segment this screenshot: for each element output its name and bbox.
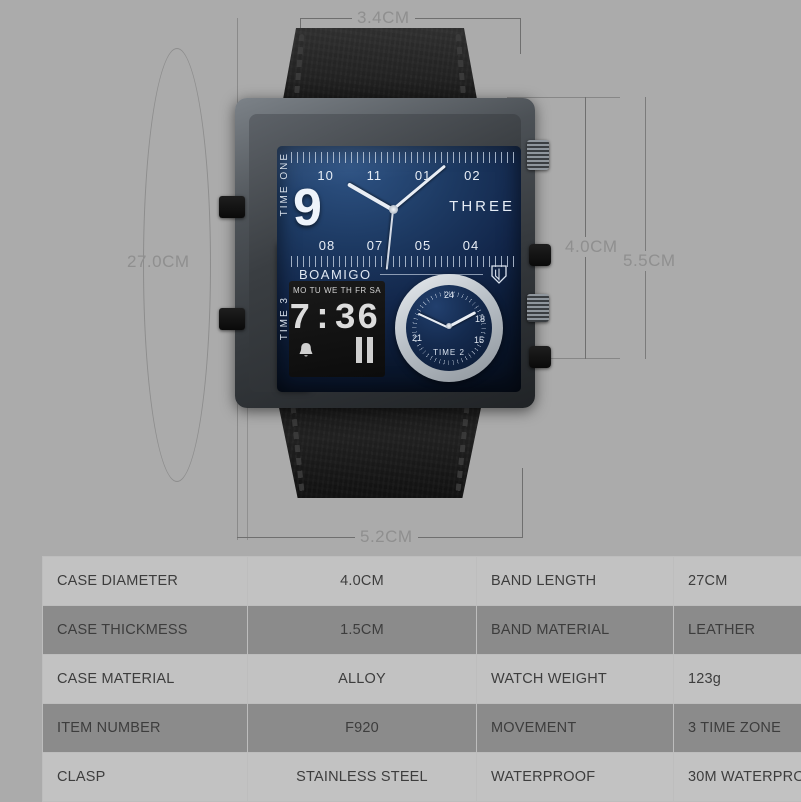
- table-row: CASE MATERIALALLOYWATCH WEIGHT123g: [43, 655, 801, 704]
- spec-key-cell: WATCH WEIGHT: [477, 655, 674, 704]
- spec-value-cell: 3 TIME ZONE: [674, 704, 801, 753]
- dimension-line-right-outer: [645, 97, 646, 359]
- spec-key-cell: WATERPROOF: [477, 753, 674, 802]
- dimension-label-right-outer: 5.5CM: [618, 251, 681, 271]
- sub-dial-numeral: 21: [412, 333, 422, 343]
- spec-key-cell: CLASP: [43, 753, 248, 802]
- dial-numeral: 07: [367, 238, 383, 253]
- dial-hour-marker-nine: 9: [293, 178, 322, 238]
- pusher-upper-left[interactable]: [219, 196, 245, 218]
- spec-value-cell: 123g: [674, 655, 801, 704]
- sub-dial-numeral: 24: [444, 290, 454, 300]
- spec-key-cell: CASE DIAMETER: [43, 557, 248, 606]
- watch-product-image: 10 11 01 02 9 THREE 08 07 05: [195, 28, 595, 498]
- watch-band-bottom: [277, 398, 483, 498]
- spec-value-cell: 4.0CM: [248, 557, 477, 606]
- pusher-lower-left[interactable]: [219, 308, 245, 330]
- dial-numeral: 02: [464, 168, 480, 183]
- dial-brand-row: BOAMIGO: [299, 266, 507, 282]
- time-one-label: TIME ONE: [279, 152, 290, 216]
- specification-table: CASE DIAMETER4.0CMBAND LENGTH27CMCASE TH…: [42, 556, 801, 802]
- spec-value-cell: STAINLESS STEEL: [248, 753, 477, 802]
- dimension-label-left: 27.0CM: [122, 252, 195, 272]
- lcd-weekday: MO: [293, 286, 307, 295]
- sub-dial: 24 18 15 21 TIME 2: [395, 274, 503, 382]
- table-row: ITEM NUMBERF920MOVEMENT3 TIME ZONE: [43, 704, 801, 753]
- sub-dial-numeral: 15: [474, 335, 484, 345]
- dial-numeral: 05: [415, 238, 431, 253]
- lcd-weekday-row: MO TU WE TH FR SA: [293, 286, 381, 295]
- lcd-bar-segments: [356, 337, 373, 363]
- spec-key-cell: MOVEMENT: [477, 704, 674, 753]
- crown-top-right[interactable]: [527, 140, 549, 170]
- watch-case: 10 11 01 02 9 THREE 08 07 05: [235, 98, 535, 408]
- spec-value-cell: LEATHER: [674, 606, 801, 655]
- dial-ticks-top: [291, 152, 515, 163]
- dimension-label-top: 3.4CM: [352, 8, 415, 28]
- infographic-canvas: 3.4CM 27.0CM 4.0CM 5.5CM 5.2CM: [0, 0, 801, 801]
- watch-dial: 10 11 01 02 9 THREE 08 07 05: [277, 146, 521, 392]
- dial-numeral: 04: [463, 238, 479, 253]
- pusher-upper-right[interactable]: [529, 244, 551, 266]
- brand-divider: [380, 274, 483, 275]
- table-row: CASE DIAMETER4.0CMBAND LENGTH27CM: [43, 557, 801, 606]
- spec-value-cell: F920: [248, 704, 477, 753]
- spec-value-cell: 1.5CM: [248, 606, 477, 655]
- dial-numeral: 08: [319, 238, 335, 253]
- lcd-weekday: FR: [355, 286, 366, 295]
- lcd-weekday: TU: [310, 286, 321, 295]
- lcd-weekday: WE: [324, 286, 338, 295]
- spec-key-cell: BAND MATERIAL: [477, 606, 674, 655]
- spec-value-cell: ALLOY: [248, 655, 477, 704]
- spec-key-cell: BAND LENGTH: [477, 557, 674, 606]
- sub-dial-numeral: 18: [475, 314, 485, 324]
- dial-numeral: 11: [367, 168, 383, 183]
- dial-three-label: THREE: [449, 198, 515, 215]
- lcd-time-value: 7:36: [289, 298, 379, 339]
- spec-value-cell: 27CM: [674, 557, 801, 606]
- pusher-lower-right[interactable]: [529, 346, 551, 368]
- lcd-weekday: SA: [369, 286, 380, 295]
- table-row: CASE THICKMESS1.5CMBAND MATERIALLEATHER: [43, 606, 801, 655]
- digital-lcd-display: MO TU WE TH FR SA 7:36: [289, 281, 385, 377]
- dial-numerals-bottom: 08 07 05 04: [277, 238, 521, 253]
- shield-logo-icon: [491, 265, 507, 284]
- crown-bottom-right[interactable]: [527, 294, 549, 322]
- spec-value-cell: 30M WATERPROOF: [674, 753, 801, 802]
- table-row: CLASPSTAINLESS STEELWATERPROOF30M WATERP…: [43, 753, 801, 802]
- sub-dial-face: 24 18 15 21 TIME 2: [406, 285, 492, 371]
- lcd-weekday: TH: [341, 286, 352, 295]
- watch-case-inner: 10 11 01 02 9 THREE 08 07 05: [249, 114, 521, 392]
- spec-key-cell: CASE THICKMESS: [43, 606, 248, 655]
- brand-name: BOAMIGO: [299, 267, 372, 282]
- bell-icon: [297, 341, 315, 359]
- spec-key-cell: ITEM NUMBER: [43, 704, 248, 753]
- sub-dial-label: TIME 2: [406, 348, 492, 357]
- hands-pivot: [389, 205, 398, 214]
- spec-key-cell: CASE MATERIAL: [43, 655, 248, 704]
- dimension-label-bottom: 5.2CM: [355, 527, 418, 547]
